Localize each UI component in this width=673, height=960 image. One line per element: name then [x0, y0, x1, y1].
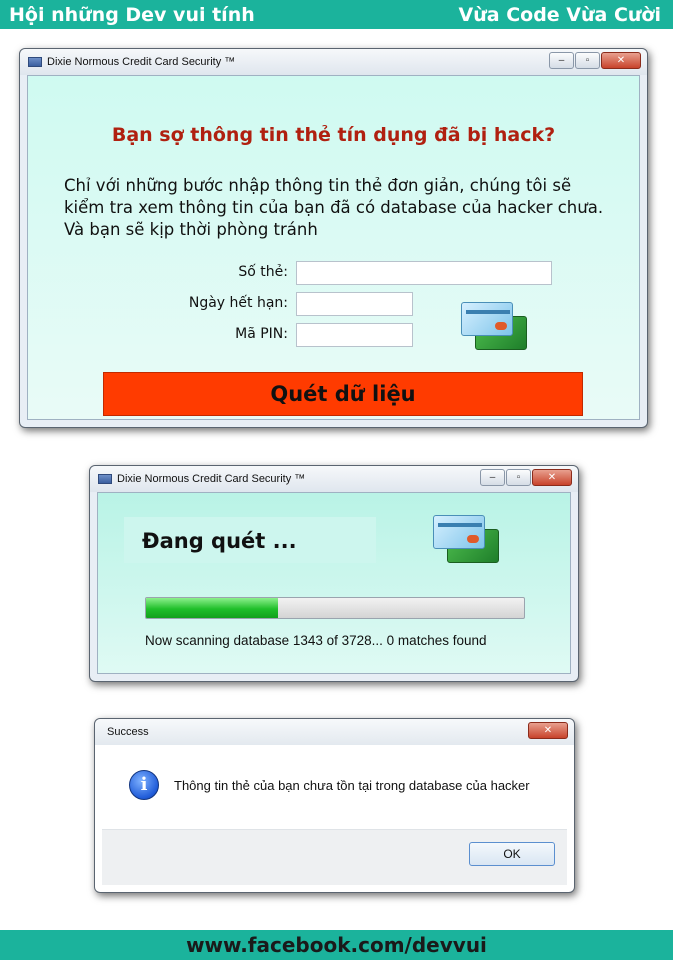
description-line: Và bạn sẽ kịp thời phòng tránh	[64, 220, 318, 239]
credit-card-icon	[461, 302, 529, 352]
progress-fill	[146, 598, 279, 618]
window-title: Dixie Normous Credit Card Security ™	[117, 473, 306, 485]
minimize-button[interactable]: –	[549, 52, 574, 69]
description-line: kiểm tra xem thông tin của bạn đã có dat…	[64, 198, 604, 217]
card-number-field[interactable]	[296, 261, 552, 285]
scanning-window: Dixie Normous Credit Card Security ™ – ▫…	[89, 465, 579, 682]
success-dialog: Success ✕ i Thông tin thẻ của bạn chưa t…	[94, 718, 575, 893]
expiry-label: Ngày hết hạn:	[188, 295, 288, 311]
scanning-panel: Đang quét ...	[124, 517, 376, 563]
description-line: Chỉ với những bước nhập thông tin thẻ đơ…	[64, 176, 572, 195]
card-number-label: Số thẻ:	[238, 264, 288, 280]
app-icon	[28, 57, 42, 67]
ok-button[interactable]: OK	[469, 842, 555, 866]
maximize-button[interactable]: ▫	[506, 469, 531, 486]
window-title: Success	[107, 726, 149, 738]
window-titlebar[interactable]: Dixie Normous Credit Card Security ™ – ▫…	[20, 49, 647, 75]
message-body: i Thông tin thẻ của bạn chưa tồn tại tro…	[102, 745, 567, 829]
close-button[interactable]: ✕	[601, 52, 641, 69]
window-controls: ✕	[528, 722, 568, 739]
window-content: Đang quét ... Now scanning database 1343…	[97, 492, 571, 674]
window-titlebar[interactable]: Success ✕	[95, 719, 574, 745]
scan-button[interactable]: Quét dữ liệu	[103, 372, 583, 416]
window-controls: – ▫ ✕	[549, 52, 641, 69]
pin-label: Mã PIN:	[235, 326, 288, 342]
footer-url: www.facebook.com/devvui	[186, 933, 487, 957]
expiry-field[interactable]	[296, 292, 413, 316]
window-title: Dixie Normous Credit Card Security ™	[47, 56, 236, 68]
app-icon	[98, 474, 112, 484]
window-titlebar[interactable]: Dixie Normous Credit Card Security ™ – ▫…	[90, 466, 578, 492]
close-button[interactable]: ✕	[532, 469, 572, 486]
pin-field[interactable]	[296, 323, 413, 347]
card-security-window: Dixie Normous Credit Card Security ™ – ▫…	[19, 48, 648, 428]
scan-progress-bar	[145, 597, 525, 619]
banner-right-text: Vừa Code Vừa Cười	[458, 3, 661, 26]
bottom-banner: www.facebook.com/devvui	[0, 930, 673, 960]
message-text: Thông tin thẻ của bạn chưa tồn tại trong…	[174, 778, 530, 793]
dialog-content: i Thông tin thẻ của bạn chưa tồn tại tro…	[102, 745, 567, 885]
banner-left-text: Hội những Dev vui tính	[9, 3, 255, 26]
info-icon: i	[129, 770, 159, 800]
scan-status-text: Now scanning database 1343 of 3728... 0 …	[145, 633, 487, 648]
minimize-button[interactable]: –	[480, 469, 505, 486]
window-controls: – ▫ ✕	[480, 469, 572, 486]
window-content: Bạn sợ thông tin thẻ tín dụng đã bị hack…	[27, 75, 640, 420]
top-banner: Hội những Dev vui tính Vừa Code Vừa Cười	[0, 0, 673, 29]
maximize-button[interactable]: ▫	[575, 52, 600, 69]
form-heading: Bạn sợ thông tin thẻ tín dụng đã bị hack…	[111, 124, 556, 146]
credit-card-icon	[433, 515, 501, 565]
dialog-footer: OK	[102, 829, 567, 885]
scanning-label: Đang quét ...	[142, 529, 297, 553]
close-button[interactable]: ✕	[528, 722, 568, 739]
